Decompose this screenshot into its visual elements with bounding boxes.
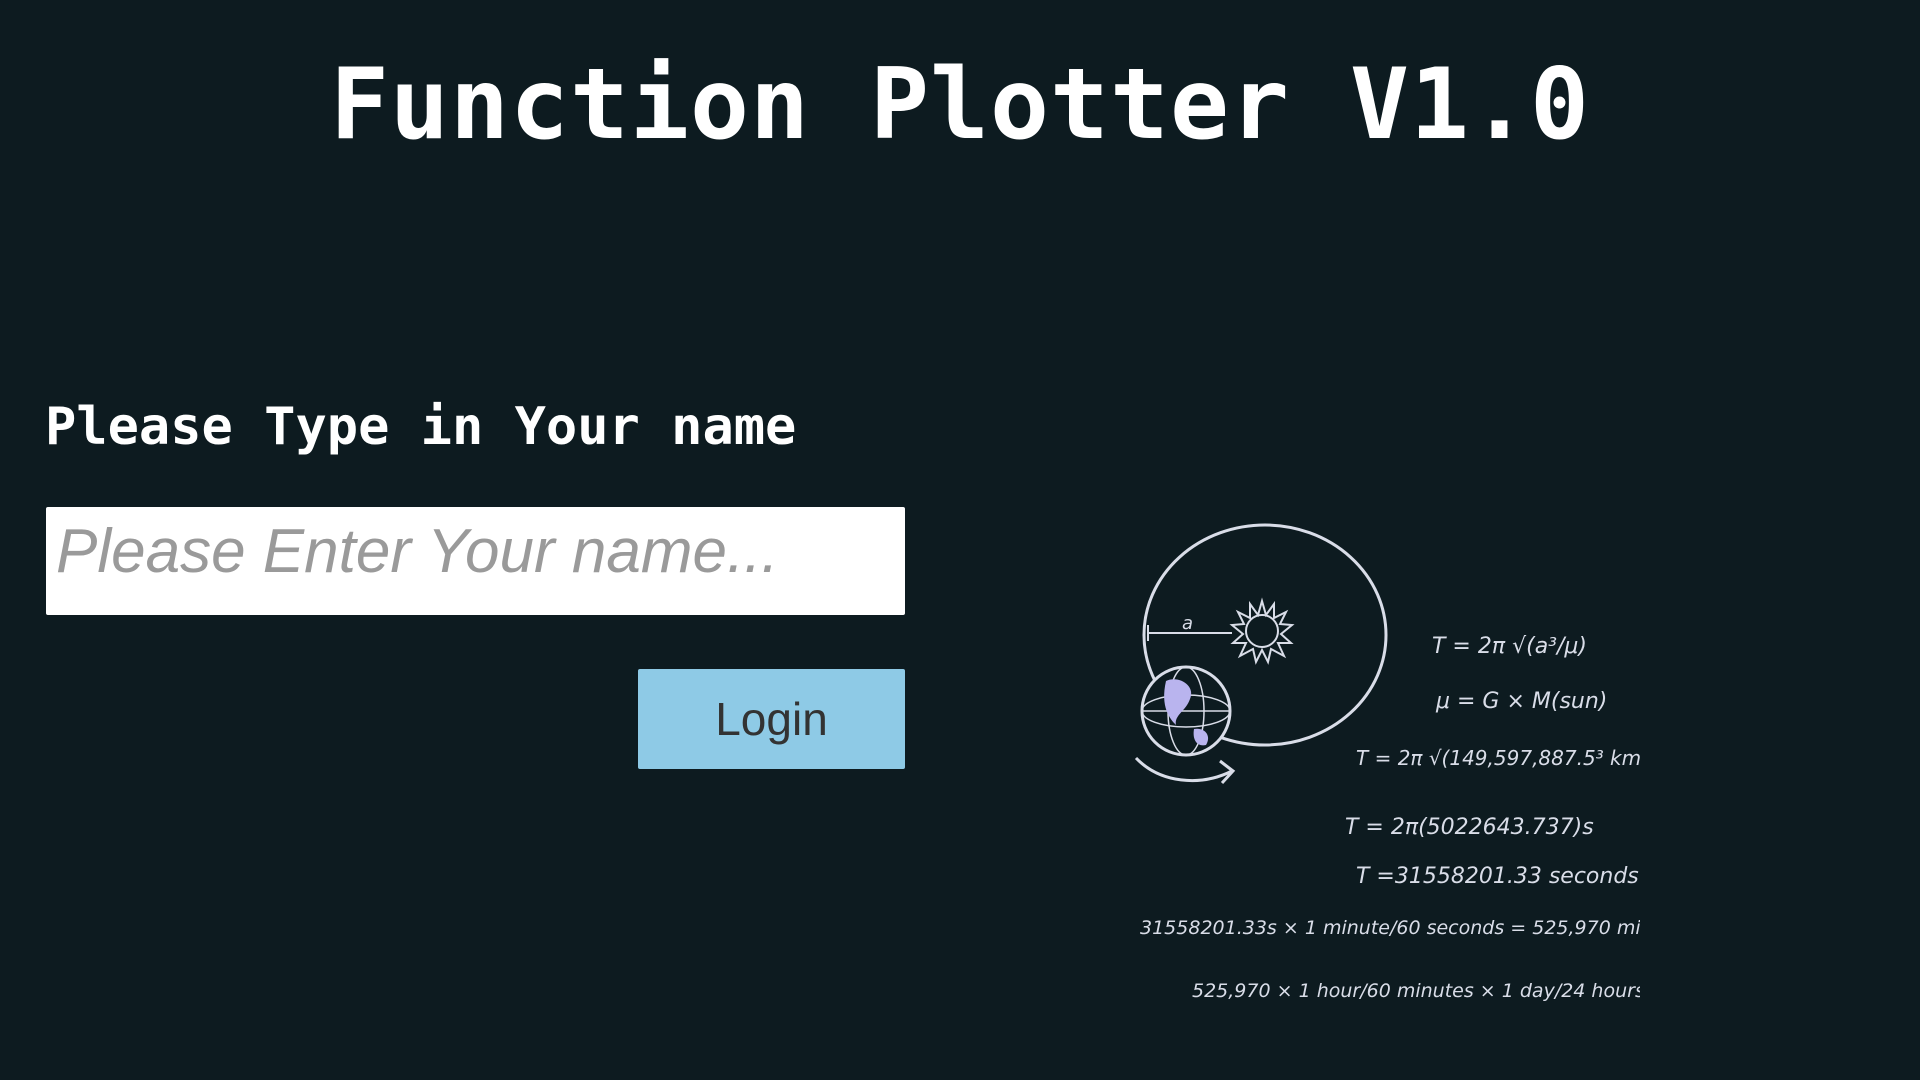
orbital-period-illustration: a T = 2π √(a³/μ) μ = G × M(sun) T = 2π √… bbox=[1120, 515, 1640, 1015]
equation-period-seconds: T =31558201.33 seconds bbox=[1356, 864, 1639, 889]
equation-minutes: 31558201.33s × 1 minute/60 seconds = 525… bbox=[1140, 917, 1640, 939]
name-input[interactable] bbox=[46, 507, 905, 615]
equation-substitution: T = 2π √(149,597,887.5³ km / 132,712,440… bbox=[1356, 746, 1640, 770]
equation-period-seconds-factor: T = 2π(5022643.737)s bbox=[1345, 815, 1594, 840]
rotation-arrow-icon bbox=[1134, 756, 1233, 782]
earth-globe-icon bbox=[1140, 665, 1232, 757]
equation-days: 525,970 × 1 hour/60 minutes × 1 day/24 h… bbox=[1192, 980, 1640, 1002]
equation-mu: μ = G × M(sun) bbox=[1435, 689, 1607, 714]
app-title: Function Plotter V1.0 bbox=[329, 48, 1591, 162]
equation-period-formula: T = 2π √(a³/μ) bbox=[1432, 634, 1587, 659]
name-prompt-label: Please Type in Your name bbox=[45, 397, 797, 457]
orbit-equations-drawing: a T = 2π √(a³/μ) μ = G × M(sun) T = 2π √… bbox=[1134, 523, 1640, 1002]
orbit-axis-label: a bbox=[1182, 613, 1193, 634]
login-button[interactable]: Login bbox=[638, 669, 905, 769]
sun-icon bbox=[1229, 597, 1295, 665]
